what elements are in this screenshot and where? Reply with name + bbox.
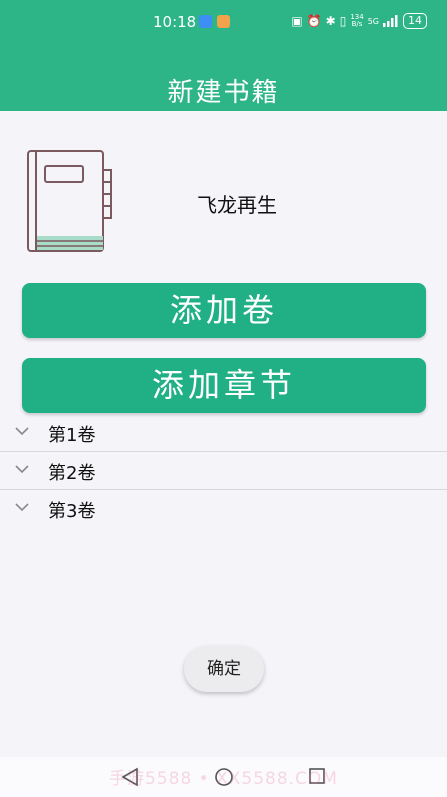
volume-label: 第1卷: [48, 425, 96, 446]
confirm-button[interactable]: 确定: [184, 646, 264, 692]
app-header: 10:18 ▣ ⏰ ✱ ▯ 134 B/s 5G 14 新建书籍: [0, 0, 447, 111]
volume-label: 第3卷: [48, 501, 96, 522]
watermark: 手游5588 • XX5588.COM: [109, 769, 338, 789]
vibrate-icon: ▯: [339, 14, 347, 28]
chevron-down-icon: [15, 465, 29, 474]
book-cover-icon: [27, 150, 112, 252]
nfc-icon: ▣: [291, 14, 303, 28]
status-time: 10:18: [153, 13, 197, 31]
volume-item-1[interactable]: 第1卷: [0, 414, 447, 452]
add-volume-button[interactable]: 添加卷: [22, 283, 426, 338]
network-speed: 134 B/s: [350, 13, 364, 28]
page-title: 新建书籍: [167, 78, 280, 108]
chevron-down-icon: [15, 503, 29, 512]
notification-game-icon: [217, 15, 230, 28]
battery-indicator: 14: [403, 13, 427, 29]
notification-app-icon: [199, 15, 212, 28]
volume-item-3[interactable]: 第3卷: [0, 490, 447, 528]
add-chapter-button[interactable]: 添加章节: [22, 358, 426, 413]
network-type: 5G: [367, 16, 379, 26]
chevron-down-icon: [15, 427, 29, 436]
signal-icon: [383, 15, 398, 27]
alarm-icon: ⏰: [306, 14, 322, 28]
status-bar: 10:18 ▣ ⏰ ✱ ▯ 134 B/s 5G 14: [0, 0, 447, 46]
volume-label: 第2卷: [48, 463, 96, 484]
bluetooth-icon: ✱: [325, 14, 336, 28]
book-name: 飞龙再生: [197, 193, 277, 217]
status-indicators: ▣ ⏰ ✱ ▯ 134 B/s 5G 14: [291, 13, 427, 29]
volume-item-2[interactable]: 第2卷: [0, 452, 447, 490]
